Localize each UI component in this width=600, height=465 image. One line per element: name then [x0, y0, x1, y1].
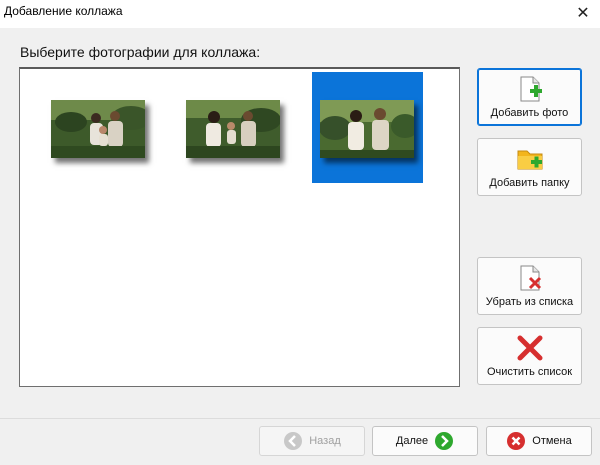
photo-thumbnail-2[interactable] [186, 100, 280, 158]
window-title: Добавление коллажа [4, 4, 123, 18]
remove-file-icon [520, 265, 542, 291]
add-file-icon [520, 76, 542, 102]
close-icon[interactable]: ✕ [572, 2, 594, 24]
title-bar: Добавление коллажа ✕ [0, 0, 600, 28]
back-button[interactable]: Назад [259, 426, 365, 456]
cancel-button[interactable]: Отмена [486, 426, 592, 456]
add-folder-button[interactable]: Добавить папку [477, 138, 582, 196]
add-photo-label: Добавить фото [490, 107, 569, 119]
photo-thumbnail-1[interactable] [51, 100, 145, 158]
add-folder-label: Добавить папку [489, 177, 570, 189]
next-label: Далее [395, 435, 429, 447]
clear-list-button[interactable]: Очистить список [477, 327, 582, 385]
remove-from-list-label: Убрать из списка [485, 296, 574, 308]
back-arrow-icon [284, 432, 303, 450]
photo-thumbnail-3[interactable] [320, 100, 414, 158]
add-folder-icon [517, 150, 543, 170]
clear-icon [517, 335, 543, 361]
add-photo-button[interactable]: Добавить фото [477, 68, 582, 126]
clear-list-label: Очистить список [486, 366, 573, 378]
cancel-label: Отмена [532, 435, 572, 447]
next-arrow-icon [435, 432, 454, 450]
back-label: Назад [309, 435, 341, 447]
next-button[interactable]: Далее [372, 426, 478, 456]
select-photos-prompt: Выберите фотографии для коллажа: [20, 44, 261, 60]
cancel-icon [507, 432, 526, 450]
remove-from-list-button[interactable]: Убрать из списка [477, 257, 582, 315]
photo-list[interactable] [19, 67, 460, 387]
